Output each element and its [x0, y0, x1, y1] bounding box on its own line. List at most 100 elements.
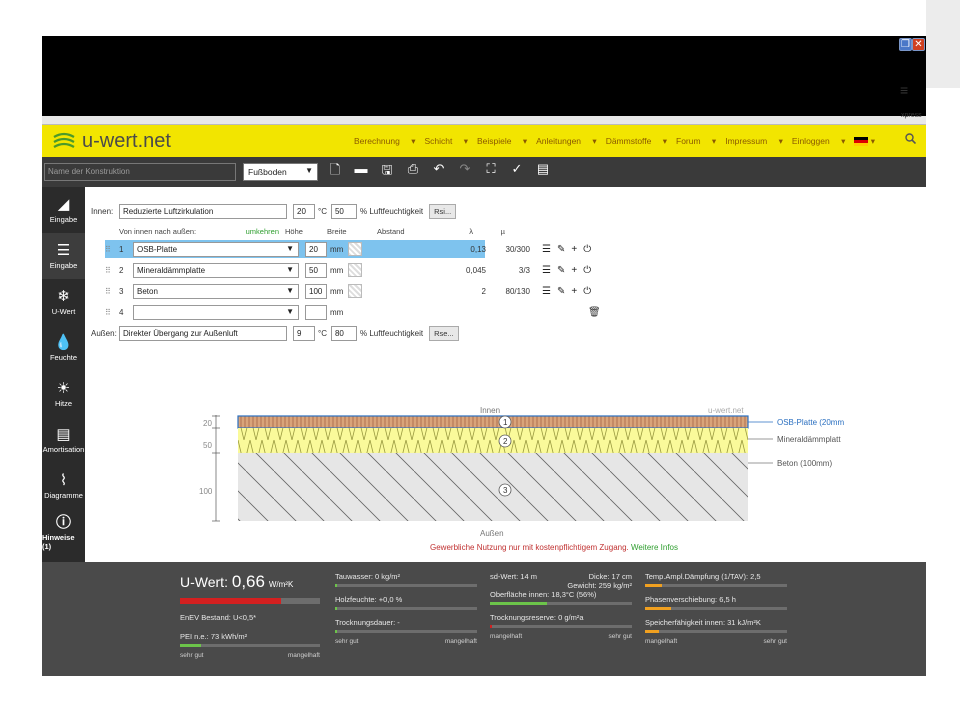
layer-band-osb[interactable]	[237, 415, 749, 429]
layer-band-beton[interactable]	[238, 453, 748, 521]
layer-actions: ☰ ✎ + ⏻	[542, 265, 597, 276]
add-layer-icon[interactable]: +	[571, 244, 577, 255]
redo-icon[interactable]: ↷	[458, 161, 472, 183]
surface-block: sd-Wert: 14 m Dicke: 17 cm Gewicht: 259 k…	[490, 572, 632, 640]
save-icon[interactable]: 🖫	[380, 161, 394, 183]
pei-text: PEI n.e.: 73 kWh/m²	[180, 632, 248, 641]
unit-label: mm	[330, 244, 344, 254]
construction-type-value: Fußboden	[248, 167, 287, 177]
layer-header-row: Von innen nach außen: umkehren Höhe Brei…	[119, 222, 619, 240]
sidebar-item-label: Amortisation	[42, 445, 85, 454]
unit-label: mm	[330, 286, 344, 296]
layer-material-select[interactable]: OSB-Platte ▼	[133, 241, 299, 257]
col-header-distance: Abstand	[377, 226, 405, 236]
layer-thickness-input[interactable]: 50	[305, 262, 327, 278]
hamburger-icon[interactable]: ≡	[900, 82, 908, 98]
innen-humidity-input[interactable]: 50	[330, 203, 357, 219]
pdf-icon[interactable]: ⎙	[406, 161, 420, 183]
innen-condition-input[interactable]: Reduzierte Luftzirkulation	[119, 203, 287, 219]
nav-schicht[interactable]: Schicht ▾	[424, 136, 468, 147]
layer-mu: 30/300	[505, 244, 530, 254]
check-icon[interactable]: ✓	[510, 161, 524, 183]
menu-icon[interactable]: ☰	[542, 244, 551, 255]
nav-impressum[interactable]: Impressum ▾	[725, 136, 783, 147]
drag-handle-icon[interactable]: ⠿	[105, 308, 119, 317]
layer-actions: ☰ ✎ + ⏻	[542, 286, 597, 297]
nav-beispiele[interactable]: Beispiele ▾	[477, 136, 527, 147]
add-layer-icon[interactable]: +	[571, 286, 577, 297]
layer-material-select[interactable]: Beton ▼	[133, 283, 299, 299]
pattern-icon[interactable]	[348, 242, 362, 256]
moisture-block: Tauwasser: 0 kg/m² Holzfeuchte: +0,0 % T…	[335, 572, 477, 645]
sidebar-item-amortisation[interactable]: ▤ Amortisation	[42, 417, 85, 463]
pattern-icon[interactable]	[348, 263, 362, 277]
menu-icon[interactable]: ☰	[542, 265, 551, 276]
layer-thickness-input[interactable]: 20	[305, 241, 327, 257]
sidebar-item-eingabe[interactable]: ◢ Eingabe	[42, 187, 85, 233]
info-icon: ⓘ	[55, 513, 71, 531]
layer-thickness-input[interactable]	[305, 304, 327, 320]
aussen-temp-input[interactable]: 9	[293, 325, 315, 341]
power-icon[interactable]: ⏻	[583, 265, 591, 276]
rsi-button[interactable]: Rsi...	[429, 203, 457, 219]
innen-temp-input[interactable]: 20	[293, 203, 315, 219]
undo-icon[interactable]: ↶	[432, 161, 446, 183]
drag-handle-icon[interactable]: ⠿	[105, 245, 119, 254]
construction-name-input[interactable]: Name der Konstruktion	[44, 163, 236, 181]
drag-handle-icon[interactable]: ⠿	[105, 287, 119, 296]
site-header: u-wert.net Berechnung ▾ Schicht ▾ Beispi…	[42, 125, 926, 157]
pattern-icon[interactable]	[348, 284, 362, 298]
chevron-down-icon: ▼	[305, 166, 313, 175]
rse-button[interactable]: Rse...	[429, 325, 459, 341]
power-icon[interactable]: ⏻	[583, 244, 591, 255]
speicher-text: Speicherfähigkeit innen: 31 kJ/m²K	[645, 618, 761, 627]
layer-diagram: Innen u-wert.net 20 50 100 1 2 3 OSB-Pla…	[85, 405, 926, 561]
edit-icon[interactable]: ✎	[557, 265, 565, 276]
scale: mangelhaft sehr gut	[490, 633, 632, 640]
diagram-aussen-label: Außen	[480, 529, 504, 538]
construction-type-select[interactable]: Fußboden ▼	[243, 163, 318, 181]
logo[interactable]: u-wert.net	[52, 130, 171, 153]
layer-material-select[interactable]: Mineraldämmplatte ▼	[133, 262, 299, 278]
edit-icon[interactable]: ✎	[557, 244, 565, 255]
heat-block: Temp.Ampl.Dämpfung (1/TAV): 2,5 Phasenve…	[645, 572, 787, 645]
trocknungsreserve-text: Trocknungsreserve: 0 g/m²a	[490, 613, 584, 622]
layer-material-value: Mineraldämmplatte	[137, 265, 206, 275]
restore-icon[interactable]: ❐	[899, 38, 912, 51]
search-icon[interactable]	[905, 133, 917, 147]
sidebar-item-hinweise[interactable]: ⓘ Hinweise (1)	[42, 509, 85, 555]
layer-band-mineral[interactable]	[238, 428, 748, 453]
sidebar-item-feuchte[interactable]: 💧 Feuchte	[42, 325, 85, 371]
nav-anleitungen[interactable]: Anleitungen ▾	[536, 136, 597, 147]
language-flag-icon[interactable]: ▾	[854, 136, 875, 147]
nav-forum[interactable]: Forum ▾	[676, 136, 716, 147]
aussen-humidity-input[interactable]: 80	[330, 325, 357, 341]
sidebar-item-label: Hitze	[54, 399, 73, 408]
sidebar-item-hitze[interactable]: ☀ Hitze	[42, 371, 85, 417]
open-folder-icon[interactable]: ▬	[354, 161, 368, 183]
comment-icon[interactable]: ▤	[536, 161, 550, 183]
nav-daemmstoffe[interactable]: Dämmstoffe ▾	[606, 136, 667, 147]
nav-einloggen[interactable]: Einloggen ▾	[792, 136, 845, 147]
nav-berechnung[interactable]: Berechnung ▾	[354, 136, 415, 147]
more-info-link[interactable]: Weitere Infos	[631, 543, 678, 552]
sidebar-item-uwert[interactable]: ❄ U-Wert	[42, 279, 85, 325]
scale-bad: mangelhaft	[444, 638, 477, 645]
aussen-condition-input[interactable]: Direkter Übergang zur Außenluft	[119, 325, 287, 341]
unit-label: mm	[330, 265, 344, 275]
close-icon[interactable]: ✕	[912, 38, 925, 51]
sidebar-item-diagramme[interactable]: ⌇ Diagramme	[42, 463, 85, 509]
reverse-link[interactable]: umkehren	[239, 227, 279, 236]
add-layer-icon[interactable]: +	[571, 265, 577, 276]
drag-handle-icon[interactable]: ⠿	[105, 266, 119, 275]
fullscreen-icon[interactable]: ⛶	[484, 161, 498, 183]
new-file-icon[interactable]: 🗋	[328, 161, 342, 183]
layer-thickness-input[interactable]: 100	[305, 283, 327, 299]
trash-icon[interactable]: 🗑	[588, 307, 601, 318]
sidebar-item-eingabe-active[interactable]: ☰ Eingabe	[42, 233, 85, 279]
scale-good: sehr gut	[180, 652, 204, 659]
layer-material-select[interactable]: ▼	[133, 304, 299, 320]
edit-icon[interactable]: ✎	[557, 286, 565, 297]
menu-icon[interactable]: ☰	[542, 286, 551, 297]
power-icon[interactable]: ⏻	[583, 286, 591, 297]
